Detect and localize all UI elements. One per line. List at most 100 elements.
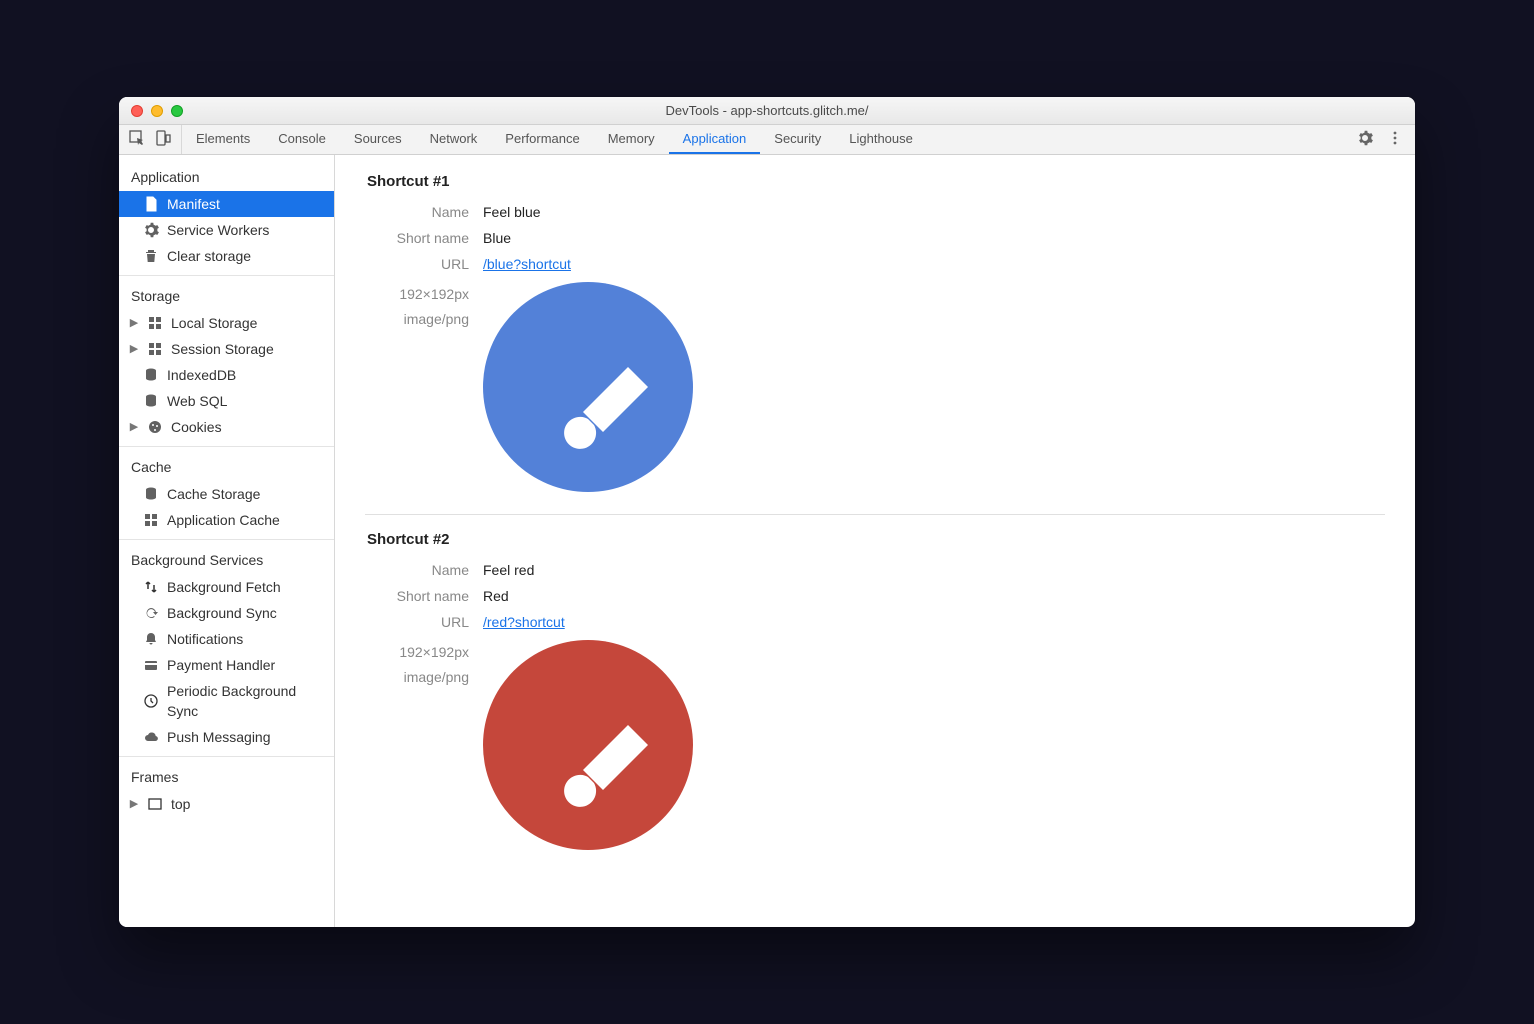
sidebar-item-label: Session Storage: [171, 339, 274, 359]
device-toggle-icon[interactable]: [155, 130, 171, 149]
sidebar-heading-storage: Storage: [119, 282, 334, 310]
devtools-window: DevTools - app-shortcuts.glitch.me/ Elem…: [119, 97, 1415, 927]
tab-console[interactable]: Console: [264, 125, 340, 154]
shortcut-block-2: Shortcut #2 Name Feel red Short name Red…: [365, 531, 1385, 872]
sidebar-item-label: Local Storage: [171, 313, 257, 333]
sidebar-item-cookies[interactable]: ▶ Cookies: [119, 414, 334, 440]
brush-icon: [558, 357, 658, 462]
sidebar-item-label: IndexedDB: [167, 365, 236, 385]
sidebar-item-label: Background Fetch: [167, 577, 281, 597]
settings-icon[interactable]: [1357, 130, 1373, 149]
shortcut-name-value: Feel red: [483, 562, 534, 578]
sidebar-item-clear-storage[interactable]: Clear storage: [119, 243, 334, 269]
sidebar-item-background-fetch[interactable]: Background Fetch: [119, 574, 334, 600]
sidebar-item-label: Payment Handler: [167, 655, 275, 675]
sidebar-item-application-cache[interactable]: Application Cache: [119, 507, 334, 533]
brush-icon: [558, 715, 658, 820]
sidebar-item-label: Manifest: [167, 194, 220, 214]
tab-application[interactable]: Application: [669, 125, 761, 154]
shortcut-icon-preview: [483, 640, 693, 850]
shortcut-icon-preview: [483, 282, 693, 492]
shortcut-url-link[interactable]: /blue?shortcut: [483, 256, 571, 272]
grid-icon: [143, 512, 159, 528]
sidebar-item-label: Application Cache: [167, 510, 280, 530]
bell-icon: [143, 631, 159, 647]
inspect-icon[interactable]: [129, 130, 145, 149]
icon-size-label: 192×192px: [365, 640, 469, 665]
zoom-window-button[interactable]: [171, 105, 183, 117]
panel-tabs: Elements Console Sources Network Perform…: [182, 125, 927, 154]
database-icon: [143, 393, 159, 409]
icon-type-label: image/png: [365, 307, 469, 332]
cookie-icon: [147, 419, 163, 435]
grid-icon: [147, 315, 163, 331]
field-label-shortname: Short name: [365, 588, 483, 604]
tab-elements[interactable]: Elements: [182, 125, 264, 154]
tab-performance[interactable]: Performance: [491, 125, 593, 154]
sidebar-item-label: Background Sync: [167, 603, 277, 623]
icon-type-label: image/png: [365, 665, 469, 690]
sidebar-item-indexeddb[interactable]: IndexedDB: [119, 362, 334, 388]
sidebar-item-local-storage[interactable]: ▶ Local Storage: [119, 310, 334, 336]
sync-icon: [143, 605, 159, 621]
sidebar-item-websql[interactable]: Web SQL: [119, 388, 334, 414]
chevron-right-icon: ▶: [129, 339, 139, 359]
file-icon: [143, 196, 159, 212]
shortcut-block-1: Shortcut #1 Name Feel blue Short name Bl…: [365, 173, 1385, 515]
gear-icon: [143, 222, 159, 238]
database-icon: [143, 486, 159, 502]
chevron-right-icon: ▶: [129, 313, 139, 333]
sidebar-item-top-frame[interactable]: ▶ top: [119, 791, 334, 817]
field-label-url: URL: [365, 256, 483, 272]
sidebar-item-cache-storage[interactable]: Cache Storage: [119, 481, 334, 507]
sidebar-item-label: Push Messaging: [167, 727, 271, 747]
transfer-icon: [143, 579, 159, 595]
shortcut-url-link[interactable]: /red?shortcut: [483, 614, 565, 630]
window-title: DevTools - app-shortcuts.glitch.me/: [119, 103, 1415, 118]
sidebar-item-background-sync[interactable]: Background Sync: [119, 600, 334, 626]
application-sidebar: Application Manifest Service Workers Cle…: [119, 155, 335, 927]
sidebar-item-manifest[interactable]: Manifest: [119, 191, 334, 217]
tab-network[interactable]: Network: [416, 125, 492, 154]
sidebar-item-label: Service Workers: [167, 220, 269, 240]
sidebar-item-label: Cookies: [171, 417, 222, 437]
icon-size-label: 192×192px: [365, 282, 469, 307]
shortcut-title: Shortcut #2: [365, 531, 1385, 548]
shortcut-name-value: Feel blue: [483, 204, 541, 220]
chevron-right-icon: ▶: [129, 794, 139, 814]
titlebar: DevTools - app-shortcuts.glitch.me/: [119, 97, 1415, 125]
window-controls: [119, 105, 183, 117]
sidebar-item-label: Periodic Background Sync: [167, 681, 326, 721]
trash-icon: [143, 248, 159, 264]
manifest-content: Shortcut #1 Name Feel blue Short name Bl…: [335, 155, 1415, 927]
field-label-url: URL: [365, 614, 483, 630]
tab-security[interactable]: Security: [760, 125, 835, 154]
sidebar-item-push-messaging[interactable]: Push Messaging: [119, 724, 334, 750]
minimize-window-button[interactable]: [151, 105, 163, 117]
sidebar-item-label: top: [171, 794, 190, 814]
sidebar-item-service-workers[interactable]: Service Workers: [119, 217, 334, 243]
more-icon[interactable]: [1387, 130, 1403, 149]
sidebar-heading-cache: Cache: [119, 453, 334, 481]
database-icon: [143, 367, 159, 383]
shortcut-shortname-value: Blue: [483, 230, 511, 246]
clock-icon: [143, 693, 159, 709]
sidebar-item-payment-handler[interactable]: Payment Handler: [119, 652, 334, 678]
field-label-name: Name: [365, 562, 483, 578]
sidebar-item-notifications[interactable]: Notifications: [119, 626, 334, 652]
chevron-right-icon: ▶: [129, 417, 139, 437]
cloud-icon: [143, 729, 159, 745]
sidebar-item-label: Web SQL: [167, 391, 227, 411]
tab-lighthouse[interactable]: Lighthouse: [835, 125, 927, 154]
sidebar-heading-application: Application: [119, 163, 334, 191]
sidebar-item-label: Notifications: [167, 629, 243, 649]
close-window-button[interactable]: [131, 105, 143, 117]
sidebar-item-periodic-background-sync[interactable]: Periodic Background Sync: [119, 678, 334, 724]
devtools-tabstrip: Elements Console Sources Network Perform…: [119, 125, 1415, 155]
sidebar-item-session-storage[interactable]: ▶ Session Storage: [119, 336, 334, 362]
sidebar-heading-frames: Frames: [119, 763, 334, 791]
field-label-shortname: Short name: [365, 230, 483, 246]
tab-memory[interactable]: Memory: [594, 125, 669, 154]
sidebar-item-label: Clear storage: [167, 246, 251, 266]
tab-sources[interactable]: Sources: [340, 125, 416, 154]
